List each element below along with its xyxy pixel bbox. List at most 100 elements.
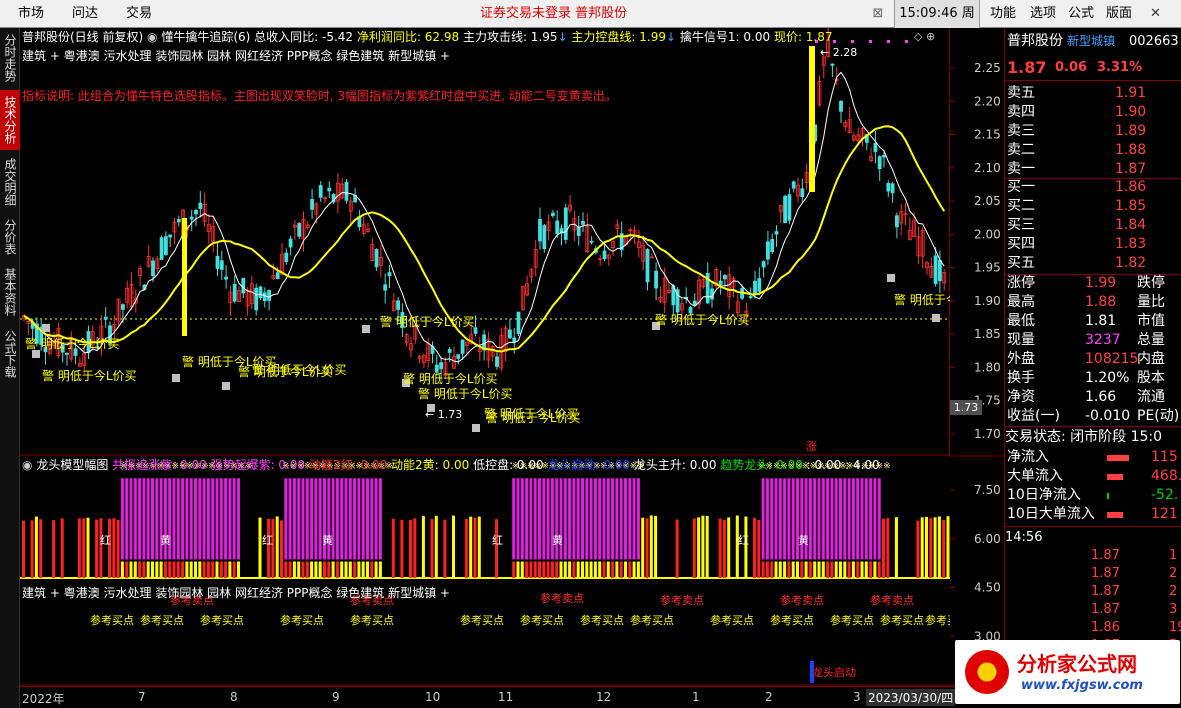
indicator-name[interactable]: 懂牛擒牛追踪(6) — [161, 30, 250, 44]
ask-row: 卖四 1.90 — [1005, 103, 1181, 122]
purple-bar — [808, 478, 812, 560]
candle-body — [800, 188, 805, 197]
row-value: 1.88 — [1085, 294, 1117, 310]
candle-body — [787, 194, 792, 221]
energy-bar — [882, 518, 885, 578]
flow-value: 468. — [1151, 468, 1181, 484]
diamond-icon[interactable]: ◇ ⊕ — [914, 30, 935, 43]
pin-icon[interactable]: ⊠ — [868, 0, 888, 28]
energy-bar — [202, 561, 206, 578]
energy-bar — [370, 561, 374, 578]
menu-layout[interactable]: 版面 — [1106, 0, 1132, 28]
row-value: 1.84 — [1115, 217, 1147, 233]
candle-body — [447, 349, 452, 353]
ref-buy-label: 参考买点 — [90, 613, 134, 627]
legend-l2: 强势起爆紫: 0.00 — [210, 458, 306, 472]
cursor-date: 2023/03/30/四 — [866, 689, 956, 706]
ref-sell-label: 参考卖点 — [780, 593, 824, 607]
purple-bar — [292, 478, 296, 560]
flow-value: -52. — [1151, 487, 1179, 503]
candle-body — [224, 276, 229, 280]
energy-bar — [598, 561, 602, 578]
candle-body — [159, 237, 164, 260]
row-label: 卖四 — [1007, 104, 1035, 120]
energy-bar — [434, 515, 438, 578]
login-notice[interactable]: 证券交易未登录 普邦股份 — [480, 0, 627, 28]
y-tick-label: 2.05 — [974, 194, 1001, 208]
legend-l4: 动能2黄: 0.00 — [391, 458, 470, 472]
stock-concept[interactable]: 新型城镇 — [1067, 32, 1115, 51]
candle-body — [718, 280, 723, 285]
purple-bar — [353, 478, 357, 560]
tab-price-table[interactable]: 分价表 — [0, 214, 20, 260]
purple-bar — [318, 478, 322, 560]
warn-label: 警 明低于今L价买 — [252, 362, 347, 377]
energy-bar — [86, 517, 90, 578]
signal-dot — [869, 40, 872, 43]
price-axis: 2.25 2.20 2.15 2.10 2.05 2.00 1.95 1.90 1.85 1.80… — [950, 28, 1005, 688]
row-label-2: 股本 — [1137, 370, 1165, 386]
signal-dot — [905, 40, 908, 43]
candle-body — [761, 261, 766, 268]
sub-title[interactable]: 龙头模型幅图 — [36, 458, 108, 472]
tab-technical[interactable]: 技术分析 — [0, 90, 20, 150]
energy-bar — [452, 515, 455, 578]
energy-bar — [305, 561, 309, 578]
tab-deals[interactable]: 成交明细 — [0, 152, 20, 212]
signal-value: 擒牛信号1: 0.00 — [679, 30, 771, 44]
main-chart[interactable]: ← 2.28 ← 1.73 警 明低于今L价买警 明低于今L价买警 明低于今L价买警… — [20, 28, 950, 456]
energy-bar — [542, 561, 546, 578]
signal-dot — [851, 40, 854, 43]
row-value: 1.85 — [1115, 198, 1147, 214]
purple-bar — [357, 478, 361, 560]
menu-options[interactable]: 选项 — [1030, 0, 1056, 28]
energy-bar — [52, 520, 56, 578]
energy-bar — [344, 561, 348, 578]
warn-label: 警 明低于今L价买 — [655, 312, 750, 327]
purple-bar — [533, 478, 537, 560]
candle-body — [602, 250, 607, 260]
menu-function[interactable]: 功能 — [990, 0, 1016, 28]
smile-marker — [427, 404, 435, 412]
sub-chart[interactable]: ※※※ ※※※ ※※※ ※※※ ※※※ ※※※ 红黄 ※※※ ※※※ ※※※ ※※※ ※※※ 红黄 ※※※… — [20, 456, 950, 686]
row-label-2: 内盘 — [1137, 351, 1165, 367]
sub-toggle-icon[interactable]: ◉ — [22, 458, 32, 472]
menu-formula[interactable]: 公式 — [1068, 0, 1094, 28]
sub-concept-tags[interactable]: 建筑 + 粤港澳 污水处理 装饰园林 园林 网红经济 PPP概念 绿色建筑 新型… — [22, 584, 450, 601]
row-label-2: 市值 — [1137, 313, 1165, 329]
candle-body — [241, 277, 246, 294]
purple-bar — [133, 478, 137, 560]
indicator-toggle-icon[interactable]: ◉ — [147, 30, 157, 44]
energy-bar — [219, 561, 223, 578]
energy-bar — [929, 518, 933, 578]
sub-svg: ※※※ ※※※ ※※※ ※※※ ※※※ ※※※红 黄※※※ ※※※ ※※※ ※※※ ※※※红 黄※※※… — [20, 462, 950, 686]
energy-bar — [232, 561, 236, 578]
x-label: 12 — [596, 690, 612, 704]
purple-bar — [546, 478, 550, 560]
close-icon[interactable]: ✕ — [1150, 0, 1161, 28]
tab-intraday[interactable]: 分时走势 — [0, 28, 20, 88]
menu-market[interactable]: 市场 — [18, 0, 44, 28]
energy-bar — [409, 520, 412, 578]
purple-bar — [817, 478, 821, 560]
candle-body — [176, 218, 181, 223]
legend-l5: 低控盘: 0.00 — [473, 458, 544, 472]
energy-bar — [632, 561, 636, 578]
concept-tags[interactable]: 建筑 + 粤港澳 污水处理 装饰园林 园林 网红经济 PPP概念 绿色建筑 新型… — [22, 47, 450, 64]
row-value: -0.010 — [1085, 408, 1131, 424]
candle-body — [830, 63, 835, 66]
menu-wenda[interactable]: 问达 — [72, 0, 98, 28]
energy-bar — [778, 561, 782, 578]
menu-trade[interactable]: 交易 — [126, 0, 152, 28]
limit-up-mark: 涨 — [806, 440, 817, 453]
purple-bar — [611, 478, 615, 560]
energy-bar — [568, 561, 572, 578]
energy-bar — [138, 561, 142, 578]
energy-bar — [675, 519, 679, 578]
energy-bar — [224, 561, 228, 578]
energy-bar — [606, 561, 610, 578]
tab-basic-info[interactable]: 基本资料 — [0, 262, 20, 322]
energy-bar — [692, 518, 696, 578]
tab-formula-download[interactable]: 公式下载 — [0, 324, 20, 384]
purple-bar — [206, 478, 210, 560]
